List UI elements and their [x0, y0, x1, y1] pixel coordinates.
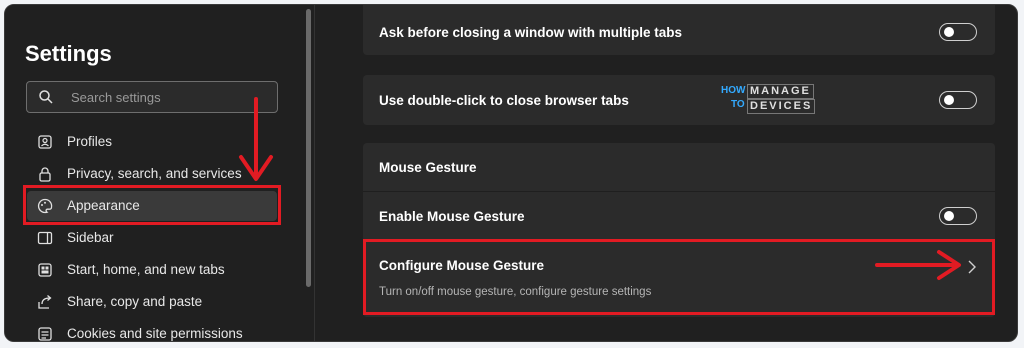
- settings-window: Settings Search settings Profiles Privac…: [4, 4, 1018, 342]
- right-arrow-icon: [875, 250, 961, 280]
- annotation-arrows: [239, 97, 961, 280]
- down-arrow-icon: [239, 97, 273, 181]
